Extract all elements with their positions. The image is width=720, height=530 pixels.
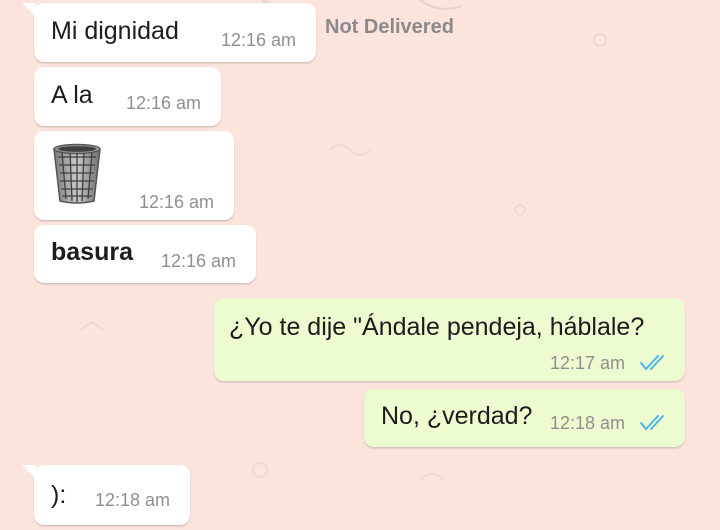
message-bubble-incoming[interactable]: A la 12:16 am (34, 67, 221, 126)
double-check-read-icon (640, 355, 664, 371)
message-bubble-incoming[interactable]: 12:16 am (34, 131, 234, 220)
message-timestamp: 12:18 am (550, 413, 626, 433)
bubble-tail (22, 3, 36, 17)
message-text: ¿Yo te dije "Ándale pendeja, háblale? (229, 313, 645, 341)
message-bubble-incoming[interactable]: ): 12:18 am (22, 465, 190, 525)
message-text: ): (51, 481, 67, 509)
message-text: Mi dignidad (51, 17, 179, 45)
message-timestamp: 12:17 am (550, 353, 626, 373)
message-text: No, ¿verdad? (381, 402, 533, 430)
message-timestamp: 12:18 am (95, 490, 171, 510)
message-timestamp: 12:16 am (161, 251, 237, 271)
message-timestamp: 12:16 am (221, 30, 297, 50)
message-text: A la (51, 81, 93, 109)
bubble-tail (22, 465, 36, 479)
not-delivered-status: Not Delivered (325, 16, 454, 38)
double-check-read-icon (640, 415, 664, 431)
message-bubble-incoming[interactable]: basura 12:16 am (34, 225, 256, 283)
message-bubble-outgoing[interactable]: No, ¿verdad? 12:18 am (364, 389, 685, 447)
message-timestamp: 12:16 am (126, 93, 202, 113)
message-timestamp: 12:16 am (139, 192, 215, 212)
message-bubble-outgoing[interactable]: ¿Yo te dije "Ándale pendeja, háblale? 12… (214, 298, 685, 381)
message-text: basura (51, 238, 133, 266)
message-bubble-incoming[interactable]: Mi dignidad 12:16 am (22, 3, 316, 62)
wastebasket-icon (53, 143, 101, 204)
